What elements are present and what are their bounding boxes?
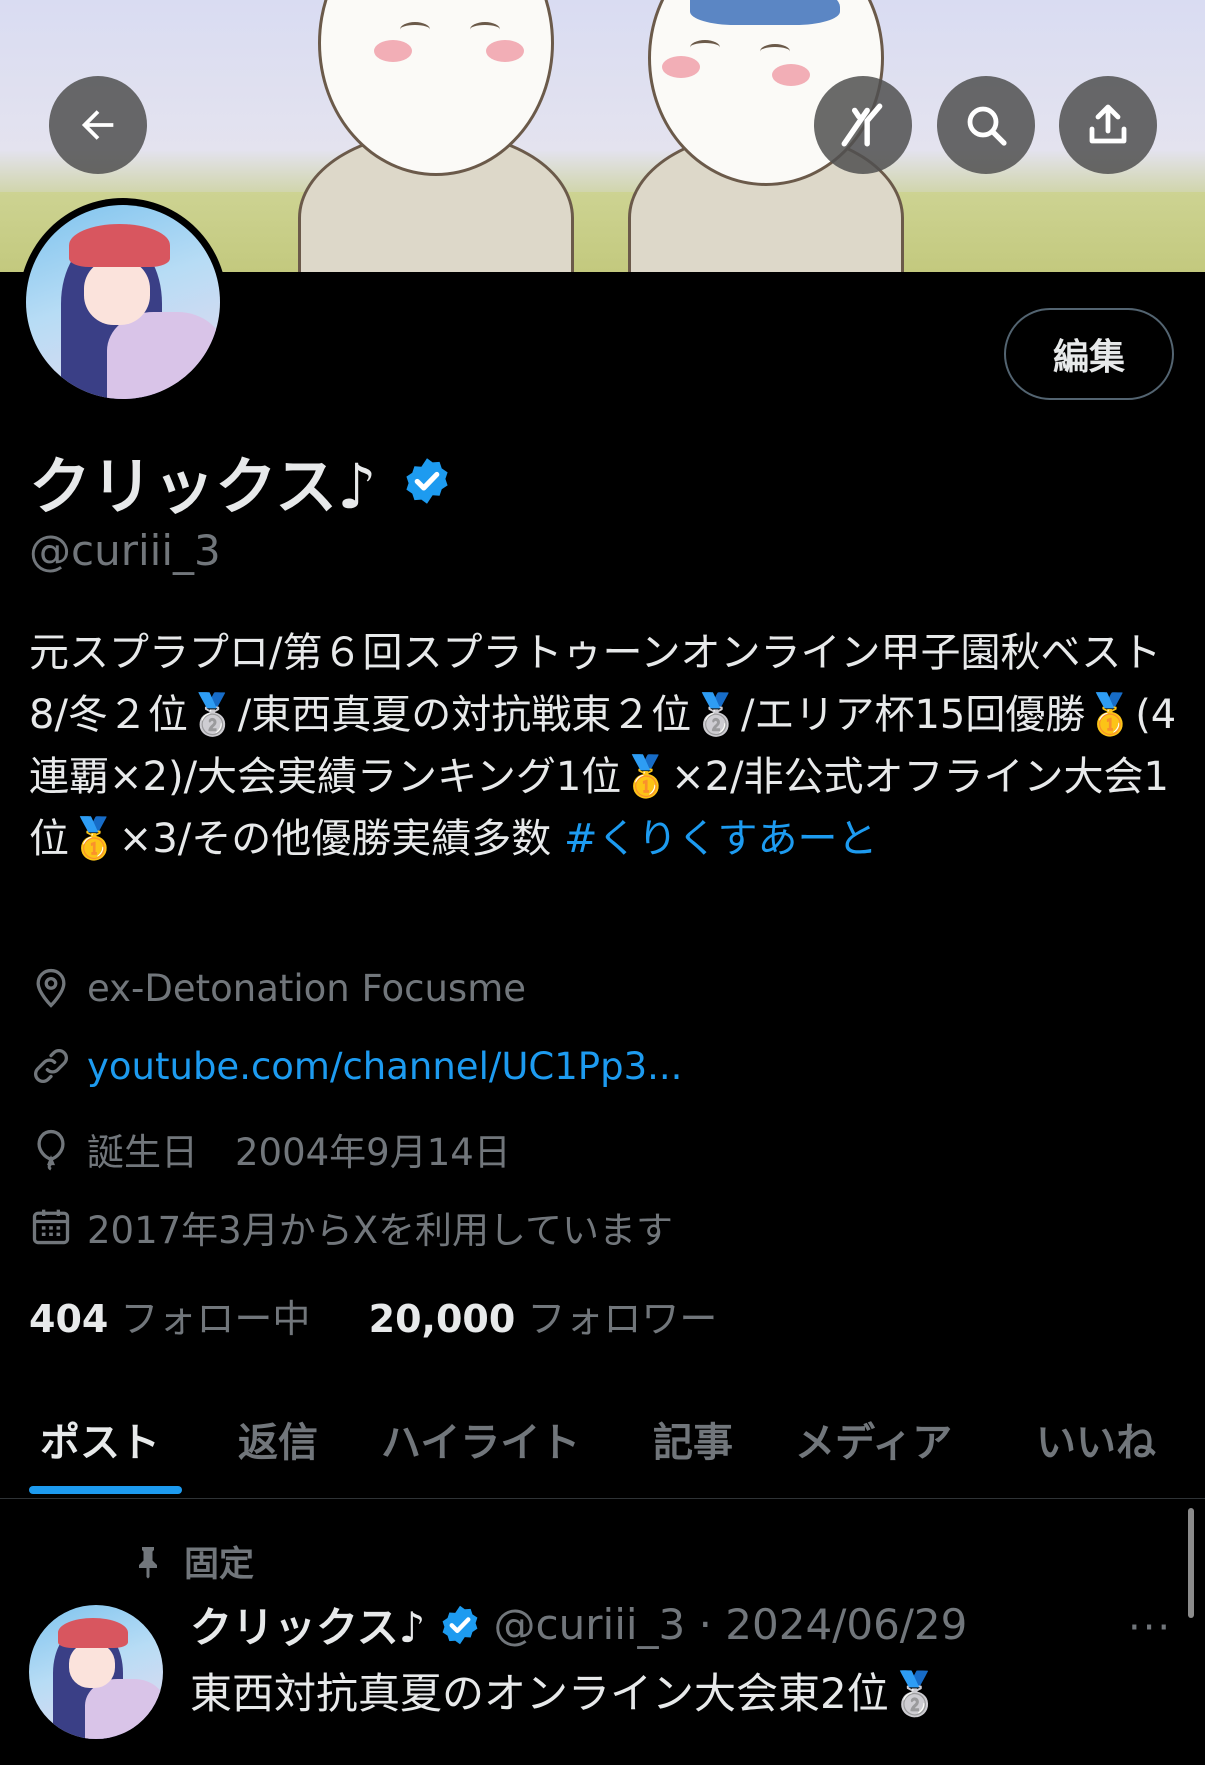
follow-stats: 404 フォロー中 20,000 フォロワー	[29, 1288, 717, 1343]
followers-link[interactable]: 20,000 フォロワー	[369, 1297, 718, 1341]
followers-label: フォロワー	[527, 1297, 718, 1341]
back-button[interactable]	[49, 76, 147, 174]
grok-icon	[841, 103, 883, 147]
verified-badge-icon[interactable]	[401, 455, 453, 507]
post-header: クリックス♪ @curiii_3 · 2024/06/29	[190, 1594, 967, 1655]
tab-articles[interactable]: 記事	[653, 1410, 733, 1468]
tab-highlights[interactable]: ハイライト	[381, 1410, 580, 1468]
share-icon	[1089, 104, 1127, 144]
website-link[interactable]: youtube.com/channel/UC1Pp3...	[87, 1045, 682, 1088]
tab-likes[interactable]: いいね	[1036, 1410, 1156, 1468]
tab-posts[interactable]: ポスト	[40, 1410, 160, 1468]
banner-blush	[374, 40, 412, 62]
birthday-row: 誕生日 2004年9月14日	[29, 1122, 511, 1176]
join-date-text: 2017年3月からXを利用しています	[87, 1209, 673, 1252]
location-row: ex-Detonation Focusme	[29, 966, 526, 1010]
bio-hashtag-link[interactable]: #くりくすあーと	[564, 816, 878, 862]
profile-bio: 元スプラプロ/第６回スプラトゥーンオンライン甲子園秋ベスト8/冬２位🥈/東西真夏…	[29, 622, 1179, 870]
banner-eye	[400, 22, 430, 37]
display-name: クリックス♪	[29, 450, 377, 523]
banner-eye	[470, 22, 500, 37]
link-icon	[34, 1049, 68, 1083]
tab-media[interactable]: メディア	[795, 1410, 952, 1468]
post-author-name[interactable]: クリックス♪	[190, 1594, 426, 1655]
avatar-image	[26, 205, 220, 399]
post-handle-date[interactable]: @curiii_3 · 2024/06/29	[494, 1600, 968, 1649]
banner-blush	[772, 64, 810, 86]
banner-blush	[486, 40, 524, 62]
location-pin-icon	[36, 968, 66, 1008]
tab-replies[interactable]: 返信	[238, 1410, 318, 1468]
pin-icon	[139, 1546, 157, 1578]
avatar-face	[84, 259, 151, 326]
banner-blush	[662, 56, 700, 78]
followers-count: 20,000	[368, 1297, 516, 1341]
profile-avatar[interactable]	[19, 198, 227, 406]
banner-eye	[690, 40, 720, 55]
balloon-icon	[37, 1129, 65, 1171]
following-count: 404	[29, 1297, 109, 1341]
scrollbar[interactable]	[1188, 1508, 1194, 1618]
location-text: ex-Detonation Focusme	[87, 966, 526, 1010]
banner-eye	[760, 44, 790, 59]
pinned-label: 固定	[184, 1545, 255, 1585]
display-name-row: クリックス♪	[29, 436, 453, 526]
birthday-text: 誕生日 2004年9月14日	[87, 1131, 511, 1174]
post-text: 東西対抗真夏のオンライン大会東2位🥈	[190, 1669, 942, 1718]
post-author-avatar[interactable]	[29, 1605, 163, 1739]
search-icon	[967, 106, 1007, 146]
avatar-cap	[58, 1618, 129, 1648]
user-handle: @curiii_3	[29, 526, 221, 575]
following-link[interactable]: 404 フォロー中	[29, 1297, 310, 1341]
post-more-button[interactable]: ···	[1128, 1605, 1172, 1651]
arrow-left-icon	[81, 110, 114, 140]
avatar-face	[69, 1642, 115, 1689]
profile-tabs: ポスト 返信 ハイライト 記事 メディア いいね	[0, 1396, 1205, 1499]
active-tab-indicator	[29, 1486, 182, 1494]
avatar-coat	[107, 311, 220, 399]
search-button[interactable]	[937, 76, 1035, 174]
following-label: フォロー中	[120, 1297, 311, 1341]
join-date-row: 2017年3月からXを利用しています	[29, 1200, 673, 1254]
avatar-cap	[68, 224, 170, 268]
pinned-indicator: 固定	[130, 1536, 254, 1587]
website-row: youtube.com/channel/UC1Pp3...	[29, 1044, 682, 1088]
share-button[interactable]	[1059, 76, 1157, 174]
edit-profile-button[interactable]: 編集	[1004, 308, 1174, 400]
calendar-icon	[32, 1209, 70, 1245]
banner-character-hat	[690, 0, 840, 25]
verified-badge-icon	[442, 1605, 477, 1644]
grok-button[interactable]	[814, 76, 912, 174]
